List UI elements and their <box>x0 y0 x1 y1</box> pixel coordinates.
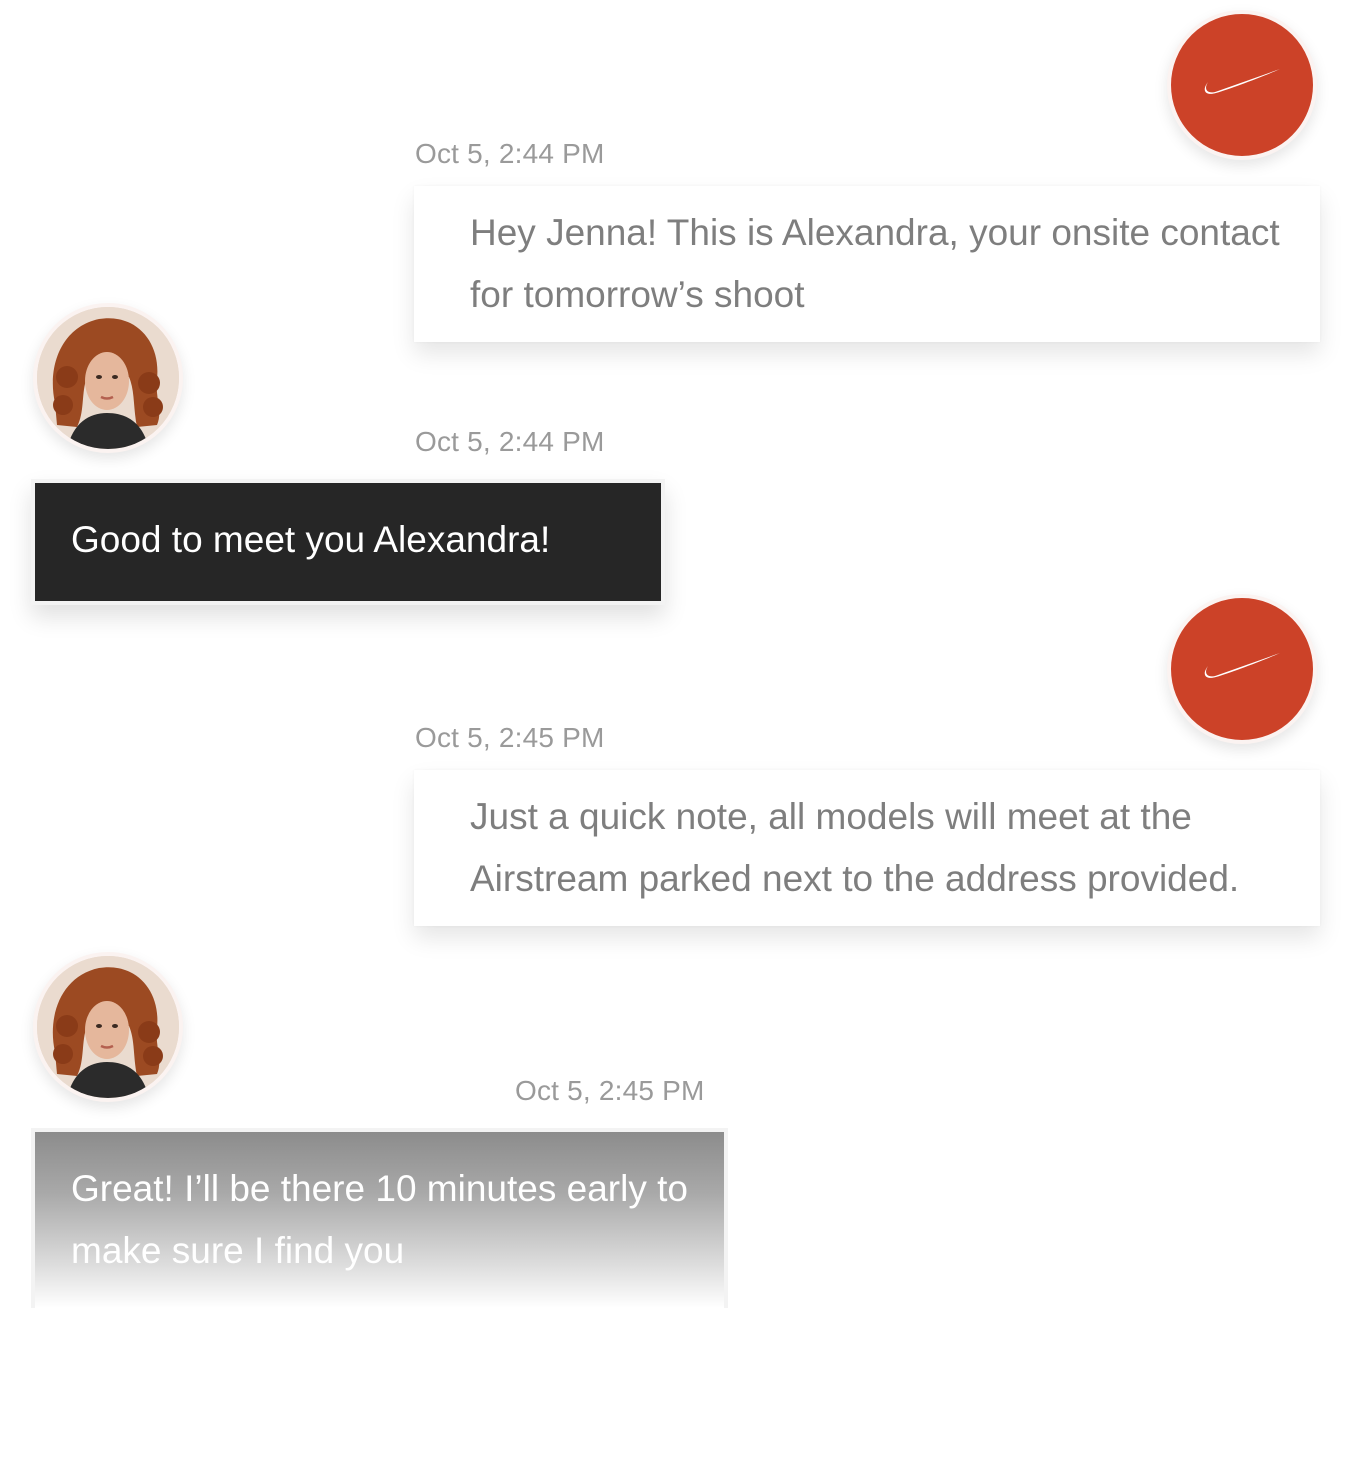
model-avatar[interactable] <box>33 952 183 1102</box>
nike-swoosh-icon <box>1204 653 1280 678</box>
nike-swoosh-icon <box>1204 69 1280 94</box>
message-bubble-incoming: Hey Jenna! This is Alexandra, your onsit… <box>414 186 1320 342</box>
message-bubble-outgoing-fading: Great! I’ll be there 10 minutes early to… <box>31 1128 728 1308</box>
message-bubble-outgoing: Good to meet you Alexandra! <box>31 479 665 605</box>
message-timestamp: Oct 5, 2:45 PM <box>415 722 605 753</box>
message-timestamp: Oct 5, 2:44 PM <box>415 138 605 169</box>
brand-avatar[interactable] <box>1167 10 1317 160</box>
message-bubble-incoming: Just a quick note, all models will meet … <box>414 770 1320 926</box>
message-timestamp: Oct 5, 2:44 PM <box>415 426 605 457</box>
model-avatar[interactable] <box>33 303 183 453</box>
model-portrait <box>37 307 179 449</box>
brand-avatar[interactable] <box>1167 594 1317 744</box>
message-timestamp: Oct 5, 2:45 PM <box>515 1075 705 1106</box>
model-portrait <box>37 956 179 1098</box>
